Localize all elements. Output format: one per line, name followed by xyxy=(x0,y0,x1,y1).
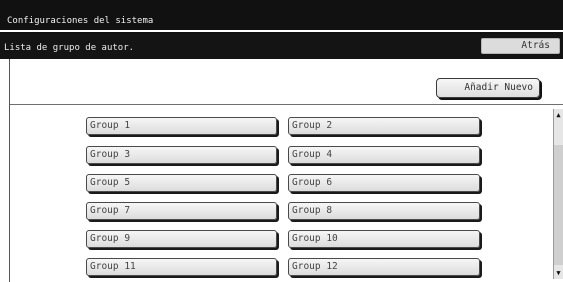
group-button-1[interactable]: Group 1 xyxy=(86,117,277,135)
page-title: Lista de grupo de autor. xyxy=(4,43,135,53)
subheader-bar: Lista de grupo de autor. xyxy=(0,34,563,59)
scroll-track[interactable] xyxy=(554,145,563,265)
group-button-9[interactable]: Group 9 xyxy=(86,230,277,248)
add-new-button[interactable]: Añadir Nuevo xyxy=(436,78,540,98)
content-left-border xyxy=(9,59,10,282)
group-button-2[interactable]: Group 2 xyxy=(288,117,480,135)
scroll-down-icon[interactable]: ▼ xyxy=(554,268,563,278)
group-button-8[interactable]: Group 8 xyxy=(288,202,480,220)
scroll-up-icon[interactable]: ▲ xyxy=(554,110,563,120)
group-button-6[interactable]: Group 6 xyxy=(288,174,480,192)
group-button-3[interactable]: Group 3 xyxy=(86,146,277,164)
window-title: Configuraciones del sistema xyxy=(7,16,154,26)
system-settings-screen: Configuraciones del sistema Lista de gru… xyxy=(0,0,563,282)
title-bar: Configuraciones del sistema xyxy=(0,0,563,30)
group-button-11[interactable]: Group 11 xyxy=(86,258,277,276)
group-button-12[interactable]: Group 12 xyxy=(288,258,480,276)
group-button-5[interactable]: Group 5 xyxy=(86,174,277,192)
group-button-10[interactable]: Group 10 xyxy=(288,230,480,248)
group-button-4[interactable]: Group 4 xyxy=(288,146,480,164)
back-button[interactable]: Atrás xyxy=(481,38,560,54)
content-divider xyxy=(10,104,563,105)
group-button-7[interactable]: Group 7 xyxy=(86,202,277,220)
list-scrollbar[interactable]: ▲ ▼ xyxy=(553,109,563,279)
